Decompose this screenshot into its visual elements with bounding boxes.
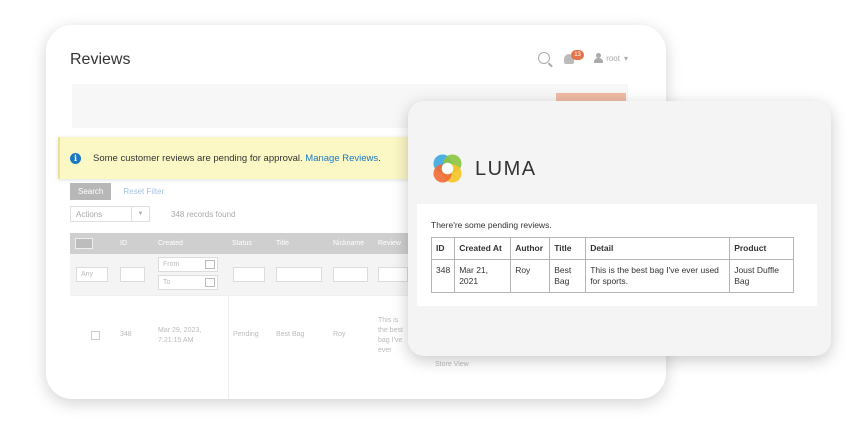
column-header-title[interactable]: Title	[276, 240, 289, 247]
column-header-id[interactable]: ID	[120, 240, 127, 247]
mass-actions-label: Actions	[76, 210, 103, 219]
column-header-status[interactable]: Status	[232, 240, 252, 247]
row-created: Mar 29, 2023, 7:21:15 AM	[158, 327, 202, 344]
page-title: Reviews	[70, 51, 131, 68]
mass-actions-select[interactable]: Actions ▼	[70, 206, 150, 222]
column-header-nickname[interactable]: Nickname	[333, 240, 364, 247]
column-header-created[interactable]: Created	[158, 240, 183, 247]
row-id: 348	[120, 331, 132, 338]
id-filter-input[interactable]	[120, 267, 145, 282]
title-filter-input[interactable]	[276, 267, 322, 282]
header-icons: 13 root ▾	[538, 50, 628, 64]
any-select[interactable]: Any	[76, 267, 108, 282]
notifications-button[interactable]: 13	[564, 50, 584, 64]
cell-product: Joust Duffle Bag	[729, 259, 795, 293]
calendar-icon[interactable]	[205, 278, 215, 287]
status-filter-select[interactable]	[233, 267, 265, 282]
luma-logo-icon	[433, 154, 462, 183]
stage: Reviews 13 root ▾ Search Reset Filter Ac…	[0, 0, 853, 425]
email-body: There're some pending reviews. ID Create…	[417, 204, 817, 306]
row-title: Best Bag	[276, 331, 305, 338]
any-select-label: Any	[81, 271, 94, 278]
row-checkbox[interactable]	[91, 331, 100, 340]
cell-title: Best Bag	[549, 259, 587, 293]
table-row: 348 Mar 21, 2021 Roy Best Bag This is th…	[430, 259, 795, 293]
cell-created-at: Mar 21, 2021	[454, 259, 512, 293]
created-from-input[interactable]: From	[158, 257, 218, 272]
grid-filter-controls: Search Reset Filter	[70, 183, 164, 200]
pending-reviews-message: There're some pending reviews.	[431, 220, 552, 230]
header-detail: Detail	[585, 237, 731, 260]
user-icon	[594, 53, 604, 63]
notice-message: Some customer reviews are pending for ap…	[93, 153, 381, 164]
chevron-down-icon: ▾	[623, 53, 628, 63]
user-menu[interactable]: root ▾	[594, 53, 628, 63]
header-id: ID	[430, 237, 456, 260]
mass-select-checkbox[interactable]	[75, 238, 93, 249]
notice-text: Some customer reviews are pending for ap…	[93, 153, 303, 164]
cell-detail: This is the best bag I've ever used for …	[585, 259, 731, 293]
header-created-at: Created At	[454, 237, 512, 260]
info-icon: i	[70, 153, 81, 164]
review-filter-input[interactable]	[378, 267, 408, 282]
chevron-down-icon: ▼	[131, 207, 149, 221]
created-from-placeholder: From	[163, 261, 180, 268]
pending-reviews-table: ID Created At Author Title Detail Produc…	[430, 237, 795, 293]
calendar-icon[interactable]	[205, 260, 215, 269]
reset-filter-link[interactable]: Reset Filter	[123, 187, 164, 196]
cell-id: 348	[430, 259, 456, 293]
cell-author: Roy	[510, 259, 551, 293]
email-preview-card: LUMA There're some pending reviews. ID C…	[408, 101, 831, 356]
row-nickname: Roy	[333, 331, 346, 338]
header-product: Product	[729, 237, 795, 260]
brand-name: LUMA	[475, 158, 537, 180]
notification-count-badge: 13	[571, 50, 584, 60]
created-to-input[interactable]: To	[158, 275, 218, 290]
notice-period: .	[378, 153, 381, 164]
header-author: Author	[510, 237, 551, 260]
row-review: This is the best bag I've ever used for …	[378, 317, 403, 354]
search-button[interactable]: Search	[70, 183, 112, 200]
row-status: Pending	[233, 331, 259, 338]
search-icon[interactable]	[538, 52, 551, 64]
header-title: Title	[549, 237, 587, 260]
records-found: 348 records found	[171, 210, 236, 219]
pending-reviews-notice: i Some customer reviews are pending for …	[58, 137, 423, 179]
table-header-row: ID Created At Author Title Detail Produc…	[430, 237, 795, 260]
column-divider	[228, 296, 229, 399]
nickname-filter-input[interactable]	[333, 267, 368, 282]
created-to-placeholder: To	[163, 279, 171, 286]
user-name: root	[606, 53, 620, 63]
column-header-review[interactable]: Review	[378, 240, 401, 247]
manage-reviews-link[interactable]: Manage Reviews	[305, 153, 378, 164]
